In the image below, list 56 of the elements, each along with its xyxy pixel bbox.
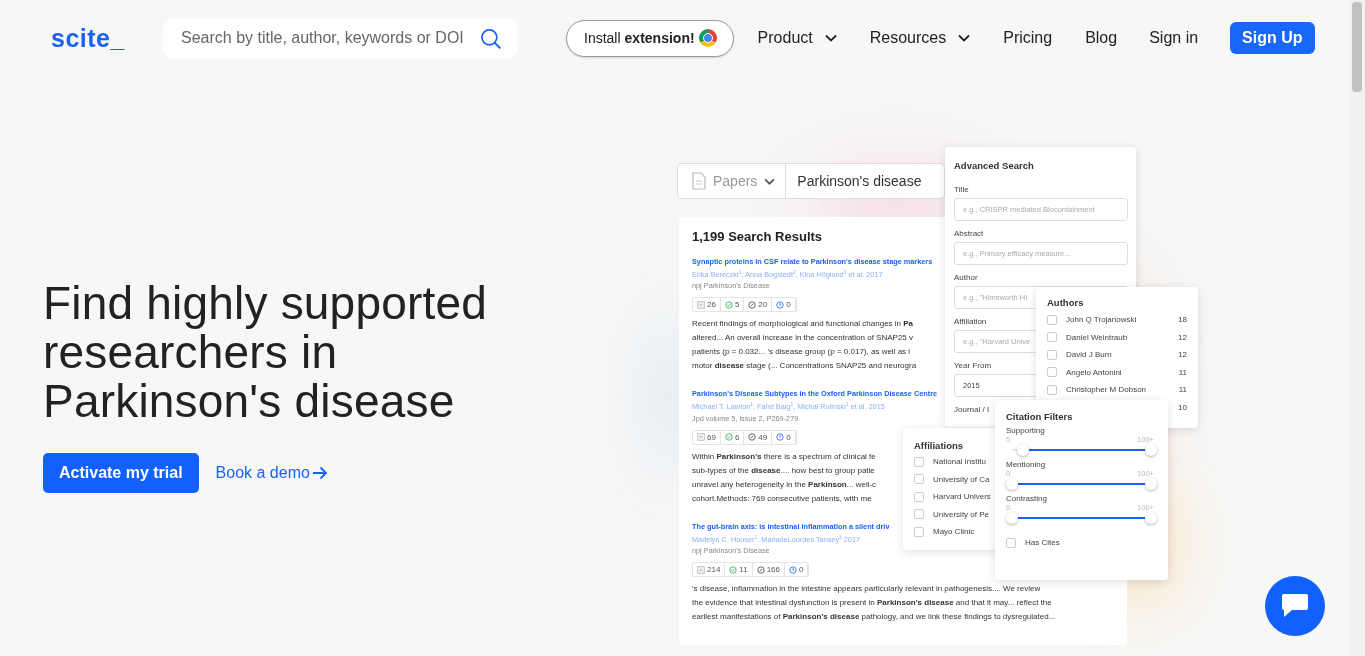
citation-count: 6 (720, 430, 745, 444)
panel-title: Citation Filters (1006, 411, 1074, 422)
field-label: Year From (954, 361, 992, 370)
abstract-line: 's disease, inflammation in the intestine appears particularly relevant in pathogenesis.... We review (692, 583, 1041, 596)
citation-count: 11 (725, 563, 753, 577)
checkbox-label: Has Cites (1025, 538, 1060, 548)
affiliation-name: University of Pe (933, 509, 990, 519)
abstract-line: unravel any heterogeneity in the Parkinson... well-c (692, 478, 877, 491)
citation-count: 214 (693, 563, 726, 577)
affiliation-name: Mayo Clinic (933, 527, 975, 537)
abstract-line: patients (p = 0.032... 's disease group (p = 0.017), as well as i (692, 346, 911, 359)
abstract-line: cohort.Methods: 769 consecutive patients, with me (692, 492, 872, 505)
affiliation-name: University of Ca (933, 474, 990, 484)
hero-headline: Find highly supported researchers in Parkinson's disease (43, 279, 489, 426)
citation-count: 69 (693, 430, 721, 444)
author-name: Christopher M Dobson (1066, 385, 1147, 395)
abstract-line: earliest manifestations of Parkinson's disease pathology, and we link these findings to dysregulated... (692, 611, 1056, 624)
panel-title: Authors (1047, 297, 1085, 308)
abstract-line: Recent findings of morphological and functional changes in Pa (692, 318, 914, 331)
author-count: 11 (1178, 385, 1187, 395)
citation-count: 0 (772, 298, 796, 312)
slider-label: Contrasting (1006, 494, 1048, 503)
panel-title: Advanced Search (954, 160, 1035, 171)
affiliation-name: National Institu (933, 457, 986, 467)
author-name: John Q Trojanowski (1066, 315, 1137, 325)
field-label: Journal / I (954, 405, 990, 414)
abstract-line: the evidence that intestinal dysfunction is present in Parkinson's disease and that it may... reflect the (692, 597, 1052, 610)
abstract-line: sub-types of the disease.... how best to group patie (692, 464, 875, 477)
field-label: Author (954, 273, 978, 282)
author-count: 12 (1178, 332, 1187, 342)
citation-count: 5 (720, 298, 745, 312)
results-heading: 1,199 Search Results (692, 229, 823, 244)
citation-count: 166 (752, 563, 786, 577)
abstract-line: altered... An overall increase in the concentration of SNAP25 v (692, 332, 913, 345)
citation-count: 26 (693, 298, 721, 312)
slider-label: Supporting (1006, 426, 1046, 435)
search-query: Parkinson's disease (796, 173, 922, 189)
field-label: Title (954, 185, 969, 194)
citation-count: 49 (744, 430, 773, 444)
author-count: 10 (1178, 402, 1187, 412)
slider-label: Mentioning (1006, 460, 1047, 469)
citation-count: 0 (772, 430, 796, 444)
field-label: Abstract (954, 229, 984, 238)
author-count: 11 (1178, 367, 1187, 377)
panel-title: Affiliations (914, 440, 965, 451)
field-label: Affiliation (954, 317, 987, 326)
citation-count: 20 (744, 298, 773, 312)
author-name: Daniel Weintraub (1066, 332, 1128, 342)
affiliation-name: Harvard Univers (933, 492, 991, 502)
citation-count: 0 (785, 563, 809, 577)
abstract-line: Within Parkinson's there is a spectrum of clinical fe (692, 450, 876, 463)
author-name: Angelo Antonini (1066, 367, 1122, 377)
abstract-line: motor disease stage (... Concentrations SNAP25 and neurogra (692, 360, 917, 373)
author-count: 18 (1178, 315, 1187, 325)
author-name: David J Burn (1066, 350, 1112, 360)
author-count: 12 (1178, 350, 1187, 360)
